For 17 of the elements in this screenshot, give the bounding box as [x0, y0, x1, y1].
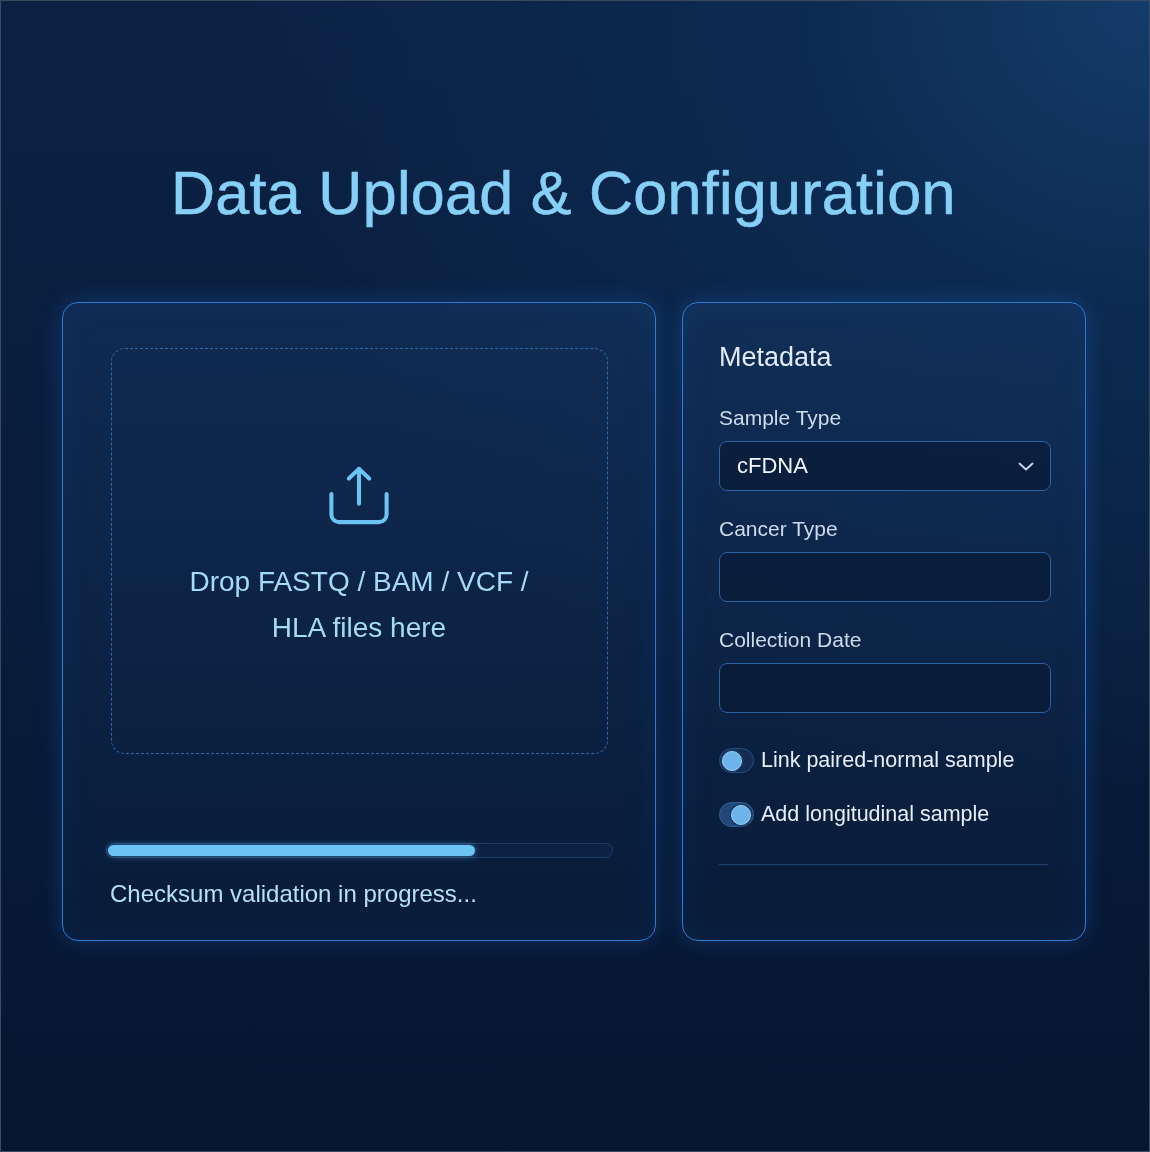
toggle-label: Link paired-normal sample: [761, 747, 1015, 774]
drop-zone[interactable]: Drop FASTQ / BAM / VCF / HLA files here: [110, 348, 608, 754]
select-field[interactable]: cFDNA: [719, 441, 1051, 491]
status-text: Checksum validation in progress...: [110, 879, 477, 909]
field-label: Collection Date: [719, 627, 862, 653]
toggle-switch[interactable]: [719, 747, 754, 773]
toggle-switch[interactable]: [719, 801, 754, 827]
input-field[interactable]: [719, 552, 1051, 602]
upload-icon: [328, 465, 390, 527]
field-label: Sample Type: [719, 405, 842, 431]
page-title: Data Upload & Configuration: [171, 158, 956, 229]
toggle-label: Add longitudinal sample: [761, 801, 990, 828]
input-field[interactable]: [719, 663, 1051, 713]
panel-heading: Metadata: [719, 341, 832, 374]
field-label: Cancer Type: [719, 516, 838, 542]
drop-zone-text: Drop FASTQ / BAM / VCF / HLA files here: [188, 565, 530, 645]
chevron-down-icon: [1018, 461, 1034, 471]
